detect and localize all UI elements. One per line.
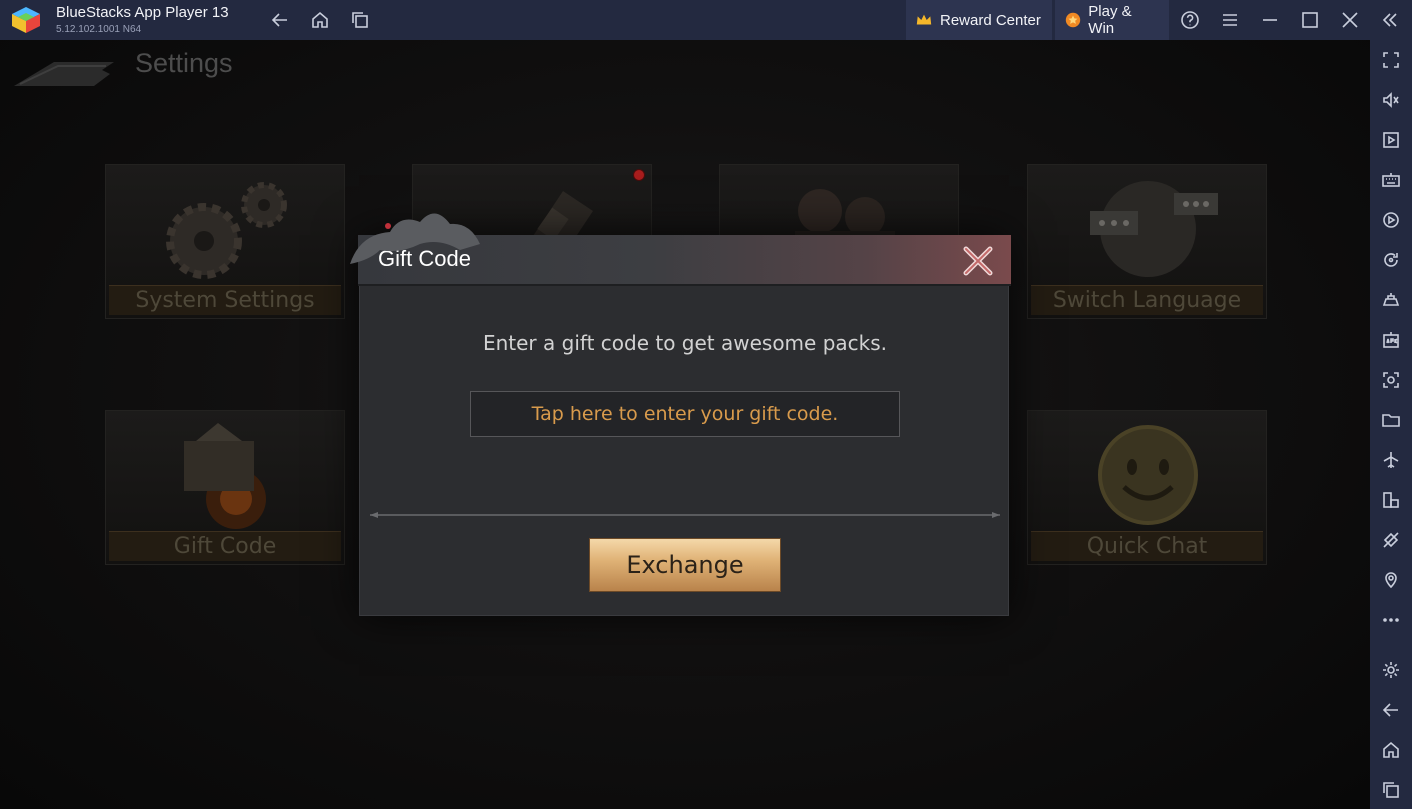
close-icon[interactable] xyxy=(958,241,998,281)
bluestacks-window: BlueStacks App Player 13 5.12.102.1001 N… xyxy=(0,0,1412,809)
apk-icon[interactable] xyxy=(1379,328,1403,352)
volume-icon[interactable] xyxy=(1379,88,1403,112)
minimize-icon[interactable] xyxy=(1258,8,1282,32)
controller-icon[interactable] xyxy=(1379,288,1403,312)
tile-quick-chat[interactable]: Quick Chat xyxy=(1027,410,1267,565)
rotate-icon[interactable] xyxy=(1379,248,1403,272)
gift-box-icon xyxy=(126,417,326,532)
record-icon[interactable] xyxy=(1379,208,1403,232)
title-bar: BlueStacks App Player 13 5.12.102.1001 N… xyxy=(0,0,1412,40)
right-sidebar xyxy=(1370,40,1412,809)
close-icon[interactable] xyxy=(1338,8,1362,32)
menu-icon[interactable] xyxy=(1218,8,1242,32)
app-version: 5.12.102.1001 N64 xyxy=(56,24,142,35)
gift-code-dialog: Gift Code Enter a gift code to get aweso… xyxy=(350,213,1011,616)
media-icon[interactable] xyxy=(1379,128,1403,152)
recent-apps-icon[interactable] xyxy=(348,8,372,32)
tile-label: Switch Language xyxy=(1031,285,1263,315)
gears-icon xyxy=(126,171,326,286)
notification-dot xyxy=(633,169,645,181)
home-icon[interactable] xyxy=(308,8,332,32)
gift-code-input[interactable]: Tap here to enter your gift code. xyxy=(470,391,900,437)
globe-chat-icon xyxy=(1048,171,1248,286)
smiley-face-icon xyxy=(1048,417,1248,532)
divider-line xyxy=(370,512,1000,518)
back-icon[interactable] xyxy=(268,8,292,32)
screenshot-icon[interactable] xyxy=(1379,368,1403,392)
crown-icon xyxy=(914,10,934,30)
tile-system-settings[interactable]: System Settings xyxy=(105,164,345,319)
play-win-label: Play & Win xyxy=(1088,3,1132,37)
reward-center-button[interactable]: Reward Center xyxy=(906,0,1052,40)
more-icon[interactable] xyxy=(1379,608,1403,632)
reward-center-label: Reward Center xyxy=(940,11,1041,29)
tile-label: Quick Chat xyxy=(1031,531,1263,561)
folder-icon[interactable] xyxy=(1379,408,1403,432)
collapse-sidebar-icon[interactable] xyxy=(1378,8,1402,32)
settings-icon[interactable] xyxy=(1379,658,1403,682)
dialog-message: Enter a gift code to get awesome packs. xyxy=(482,331,888,355)
help-icon[interactable] xyxy=(1178,8,1202,32)
sidebar-back-icon[interactable] xyxy=(1379,698,1403,722)
tile-gift-code[interactable]: Gift Code xyxy=(105,410,345,565)
airplane-icon[interactable] xyxy=(1379,448,1403,472)
keyboard-icon[interactable] xyxy=(1379,168,1403,192)
app-title: BlueStacks App Player 13 xyxy=(56,4,229,21)
exchange-button[interactable]: Exchange xyxy=(589,538,781,592)
tile-label: Gift Code xyxy=(109,531,341,561)
multi-instance-icon[interactable] xyxy=(1379,488,1403,512)
eco-mode-icon[interactable] xyxy=(1379,528,1403,552)
coin-icon xyxy=(1063,10,1082,30)
tile-switch-language[interactable]: Switch Language xyxy=(1027,164,1267,319)
fullscreen-icon[interactable] xyxy=(1379,48,1403,72)
sidebar-home-icon[interactable] xyxy=(1379,738,1403,762)
dragon-ornament-icon xyxy=(350,213,480,264)
location-icon[interactable] xyxy=(1379,568,1403,592)
maximize-icon[interactable] xyxy=(1298,8,1322,32)
bluestacks-logo-icon xyxy=(12,7,40,33)
game-area: Settings System Settings Switch Language… xyxy=(0,40,1370,809)
page-title: Settings xyxy=(135,48,233,78)
play-win-button[interactable]: Play & Win xyxy=(1055,0,1169,40)
sidebar-recent-apps-icon[interactable] xyxy=(1379,778,1403,802)
tile-label: System Settings xyxy=(109,285,341,315)
